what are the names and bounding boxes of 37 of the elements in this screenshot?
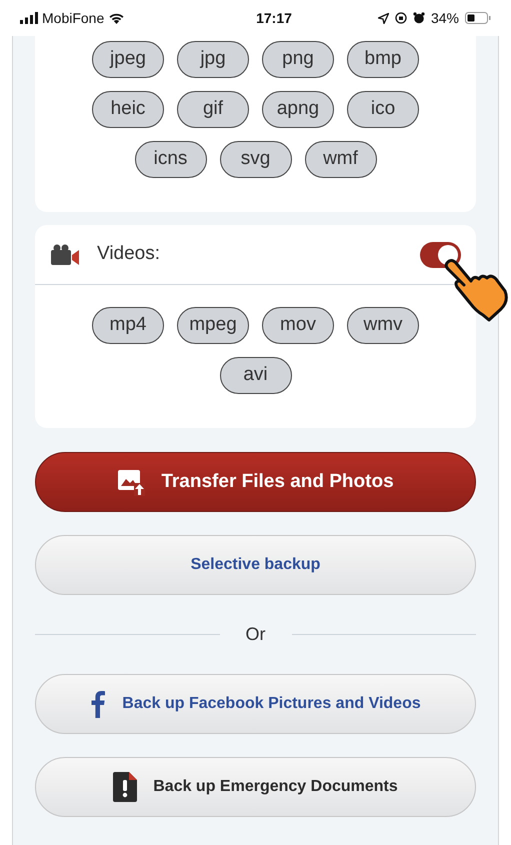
- image-upload-icon: [117, 468, 146, 496]
- format-chip: heic: [92, 91, 164, 128]
- alarm-clock-icon: [412, 12, 425, 24]
- action-button[interactable]: Back up Facebook Pictures and Videos: [35, 674, 476, 734]
- format-chip: mov: [262, 307, 334, 344]
- format-chip: mp4: [92, 307, 164, 344]
- facebook-icon: [90, 690, 106, 718]
- battery-percent: 34%: [430, 8, 459, 28]
- toggle-switch[interactable]: [420, 242, 461, 268]
- format-chip: mpeg: [177, 307, 249, 344]
- format-chip: svg: [220, 141, 292, 178]
- or-divider-text: Or: [244, 623, 266, 646]
- battery-icon: [465, 12, 491, 24]
- action-button[interactable]: Transfer Files and Photos: [35, 452, 476, 512]
- action-button[interactable]: Back up Emergency Documents: [35, 757, 476, 817]
- format-chip: wmf: [304, 141, 376, 178]
- format-chip: jpeg: [92, 41, 164, 78]
- signal-icon: [20, 12, 38, 24]
- location-arrow-icon: [378, 12, 389, 24]
- format-chip: png: [262, 41, 334, 78]
- format-chip: apng: [262, 91, 334, 128]
- clock-time: 17:17: [255, 8, 293, 28]
- format-chip: ico: [347, 91, 419, 128]
- format-chip: bmp: [347, 41, 419, 78]
- format-chip: wmv: [347, 307, 419, 344]
- pointing-hand-icon: [443, 257, 509, 323]
- wifi-icon: [108, 12, 126, 24]
- action-button[interactable]: Selective backup: [35, 535, 476, 595]
- rotation-lock-icon: [394, 12, 407, 24]
- format-chip: jpg: [177, 41, 249, 78]
- carrier-name: MobiFone: [42, 8, 104, 28]
- videos-label: Videos:: [97, 242, 162, 266]
- format-chip: gif: [177, 91, 249, 128]
- format-chip: avi: [220, 357, 292, 394]
- format-chip: icns: [134, 141, 206, 178]
- alert-document-icon: [113, 772, 138, 802]
- video-camera-icon: [50, 244, 80, 266]
